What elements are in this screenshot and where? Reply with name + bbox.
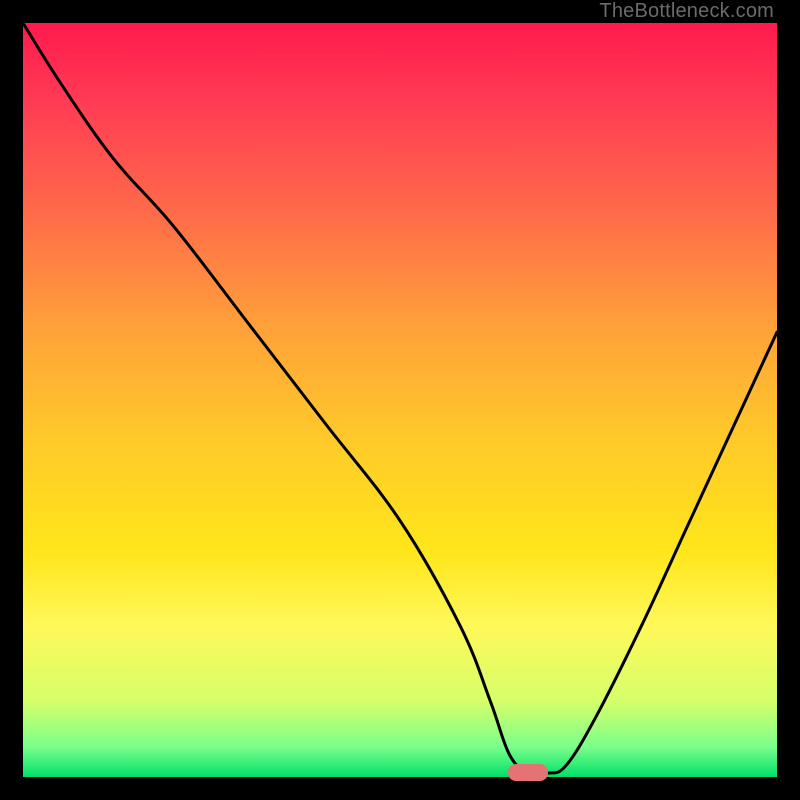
plot-area xyxy=(23,23,777,777)
watermark-text: TheBottleneck.com xyxy=(599,0,774,23)
curve-path xyxy=(23,23,777,775)
optimal-marker xyxy=(508,764,548,781)
bottleneck-curve xyxy=(23,23,777,777)
